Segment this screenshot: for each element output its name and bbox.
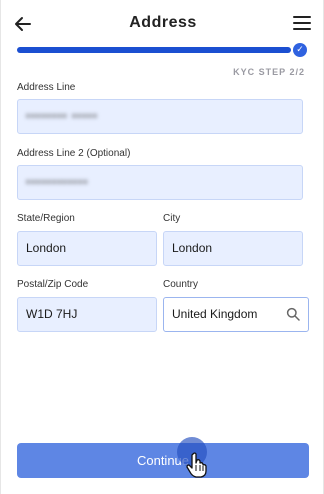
progress-bar: [17, 47, 291, 53]
country-value: United Kingdom: [172, 307, 258, 321]
header: Address: [1, 0, 324, 48]
page-title: Address: [129, 14, 197, 31]
state-field[interactable]: London: [17, 231, 157, 266]
address-line2-value: ••••••••••••: [26, 175, 89, 189]
kyc-step-label: KYC STEP 2/2: [233, 67, 305, 77]
country-label: Country: [163, 279, 199, 290]
hand-cursor-icon: [186, 452, 207, 478]
address-line-field[interactable]: •••••••• •••••: [17, 99, 303, 134]
search-icon[interactable]: [286, 307, 300, 321]
city-label: City: [163, 213, 181, 224]
address-line2-field[interactable]: ••••••••••••: [17, 165, 303, 200]
state-label: State/Region: [17, 213, 75, 224]
screen: Address ✓ KYC STEP 2/2 Address Line ••••…: [0, 0, 324, 494]
continue-button[interactable]: Continue: [17, 443, 309, 478]
city-value: London: [172, 241, 213, 255]
country-field[interactable]: United Kingdom: [163, 297, 309, 332]
postal-label: Postal/Zip Code: [17, 279, 89, 290]
state-value: London: [26, 241, 67, 255]
hamburger-menu-icon[interactable]: [293, 16, 311, 32]
postal-value: W1D 7HJ: [26, 307, 78, 321]
city-field[interactable]: London: [163, 231, 303, 266]
address-line-value: •••••••• •••••: [26, 109, 98, 123]
postal-field[interactable]: W1D 7HJ: [17, 297, 157, 332]
address-line2-label: Address Line 2 (Optional): [17, 148, 131, 159]
check-icon: ✓: [293, 43, 307, 57]
address-line-label: Address Line: [17, 82, 76, 93]
